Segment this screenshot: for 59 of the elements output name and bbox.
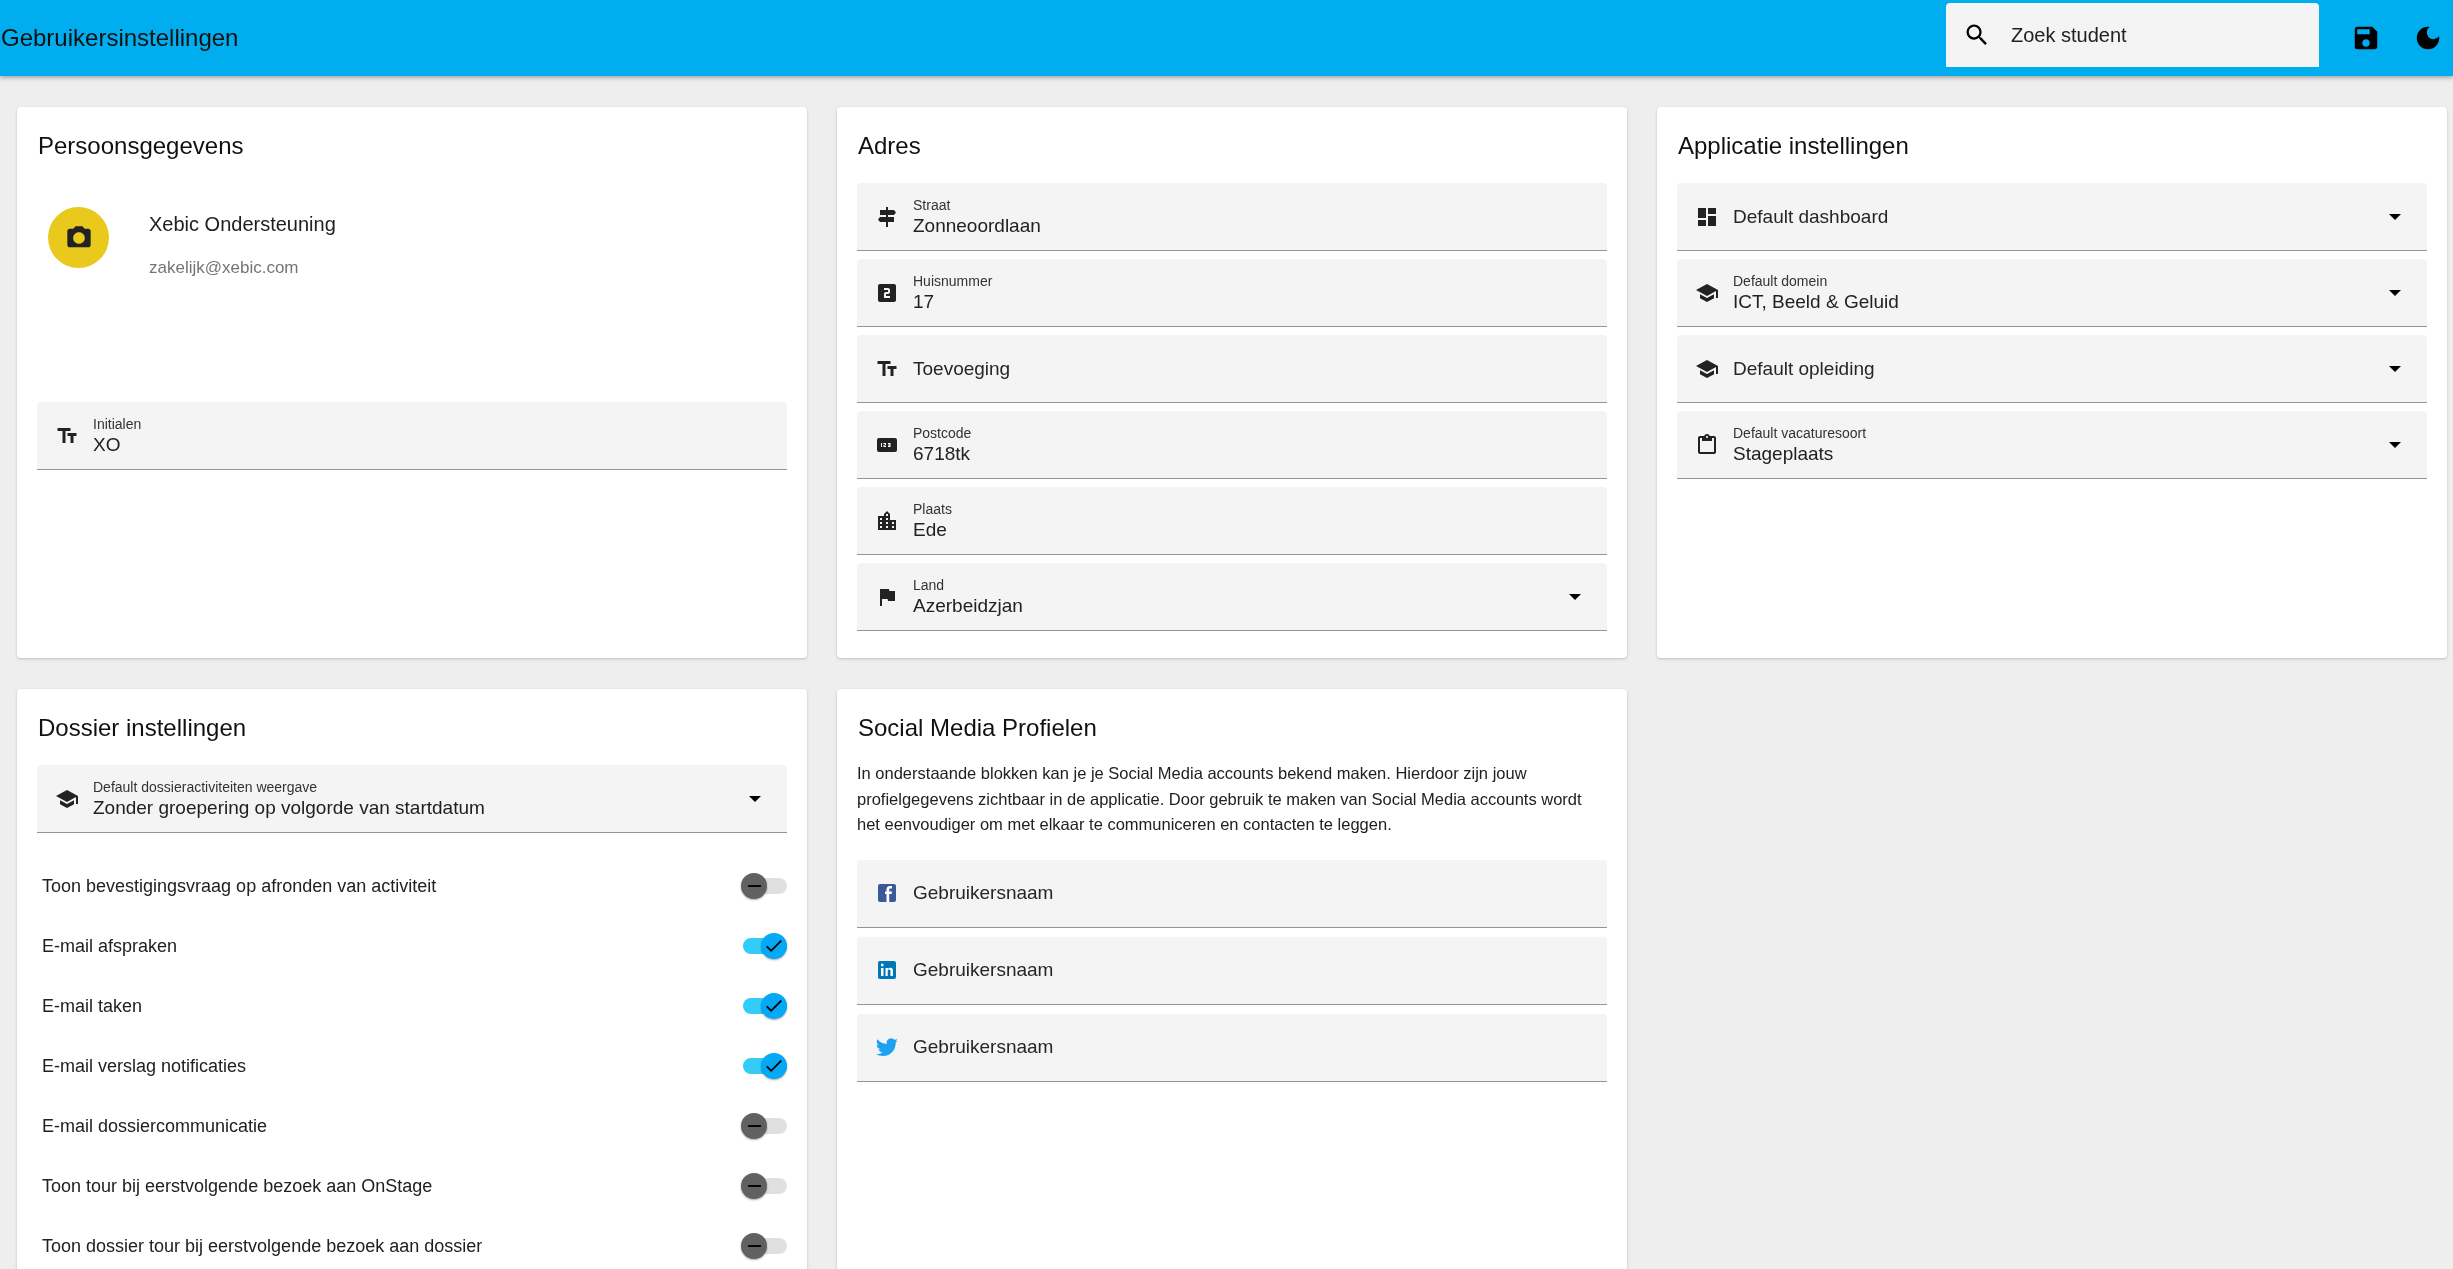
select-field[interactable]: Default opleiding — [1677, 335, 2427, 403]
text-field[interactable]: Plaats Ede — [857, 487, 1607, 555]
linkedin-icon — [875, 958, 899, 982]
text-field[interactable]: Toevoeging — [857, 335, 1607, 403]
page-title: Gebruikersinstellingen — [0, 24, 240, 52]
bird-icon — [875, 1035, 899, 1059]
select-field[interactable]: Default dashboard — [1677, 183, 2427, 251]
buildings-icon — [875, 508, 899, 533]
caret-icon — [2389, 365, 2401, 372]
select-field[interactable]: Default vacaturesoort Stageplaats — [1677, 411, 2427, 479]
caret-icon — [749, 795, 761, 802]
caret-icon — [1569, 593, 1581, 600]
text-field[interactable]: Huisnummer 17 — [857, 259, 1607, 327]
toggle-switch[interactable] — [741, 1053, 787, 1079]
select-field[interactable]: Default domein ICT, Beeld & Geluid — [1677, 259, 2427, 327]
facebook-icon — [875, 881, 899, 905]
card-title: Adres — [858, 131, 922, 161]
card-title: Persoonsgegevens — [38, 131, 245, 161]
text-field[interactable]: Gebruikersnaam — [857, 1013, 1607, 1082]
check-icon — [766, 940, 782, 952]
toggle-switch[interactable] — [741, 1233, 787, 1259]
toggle-switch[interactable] — [741, 993, 787, 1019]
toggle-label: E-mail dossiercommunicatie — [42, 1115, 268, 1137]
select-field[interactable]: Land Azerbeidzjan — [857, 563, 1607, 631]
card-title: Applicatie instellingen — [1678, 131, 1910, 161]
user-email: zakelijk@xebic.com — [149, 258, 300, 278]
minus-icon — [747, 1245, 761, 1247]
toggle-label: Toon bevestigingsvraag op afronden van activiteit — [42, 875, 437, 897]
search-field[interactable]: Zoek student — [1946, 3, 2319, 67]
select-field[interactable]: Default dossieractiviteiten weergave Zonder groepering op volgorde van startdatum — [37, 765, 787, 833]
user-name: Xebic Ondersteuning — [149, 213, 336, 236]
toggle-switch[interactable] — [741, 933, 787, 959]
card-title: Dossier instellingen — [38, 713, 248, 743]
clipboard-icon — [1695, 432, 1719, 457]
toggle-label: E-mail taken — [42, 995, 143, 1017]
check-icon — [766, 1060, 782, 1072]
check-icon — [766, 1000, 782, 1012]
caret-icon — [2389, 289, 2401, 296]
text-field[interactable]: Initialen XO — [37, 402, 787, 470]
toggle-switch[interactable] — [741, 1113, 787, 1139]
toggle-label: E-mail verslag notificaties — [42, 1055, 247, 1077]
toggle-label: Toon dossier tour bij eerstvolgende bezoek aan dossier — [42, 1235, 483, 1257]
avatar-upload-button[interactable] — [48, 207, 109, 268]
text-field[interactable]: Gebruikersnaam — [857, 859, 1607, 928]
signpost-icon — [875, 204, 899, 229]
card-title: Social Media Profielen — [858, 713, 1098, 743]
text-field[interactable]: Gebruikersnaam — [857, 936, 1607, 1005]
toggle-label: E-mail afspraken — [42, 935, 178, 957]
intro-text: In onderstaande blokken kan je je Social Media accounts bekend maken. Hierdoor zijn jouw profielgegevens zichtbaar in de applicatie. Door gebruik te maken van Social Media accounts wordt het eenvoudiger om met elkaar te communiceren en contacten te leggen. — [857, 763, 1583, 835]
text-field[interactable]: Straat Zonneoordlaan — [857, 183, 1607, 251]
toggle-switch[interactable] — [741, 1173, 787, 1199]
caret-icon — [2389, 441, 2401, 448]
minus-icon — [747, 1185, 761, 1187]
minus-icon — [747, 1125, 761, 1127]
toggle-switch[interactable] — [741, 873, 787, 899]
text-field[interactable]: Postcode 6718tk — [857, 411, 1607, 479]
toggle-label: Toon tour bij eerstvolgende bezoek aan OnStage — [42, 1175, 433, 1197]
minus-icon — [747, 885, 761, 887]
caret-icon — [2389, 213, 2401, 220]
